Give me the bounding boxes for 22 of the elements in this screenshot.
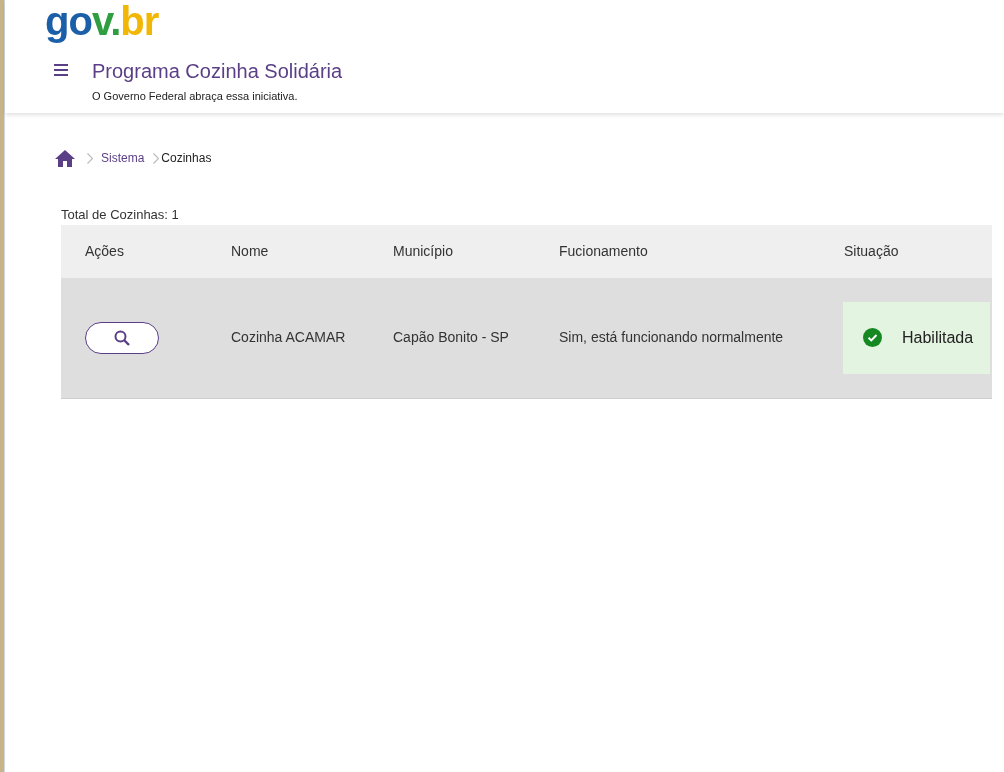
- column-header: Situação: [844, 242, 899, 259]
- check-circle-icon: [863, 328, 882, 347]
- view-button[interactable]: [85, 321, 159, 354]
- chevron-icon: [87, 152, 93, 164]
- table-cell: Cozinha ACAMAR: [231, 329, 346, 345]
- home-icon[interactable]: [55, 149, 75, 167]
- table-cell: Sim, está funcionando normalmente: [559, 329, 784, 345]
- search-icon: [114, 329, 130, 346]
- govbr-logo[interactable]: gov.br: [45, 1, 1004, 41]
- menu-icon[interactable]: [54, 64, 68, 76]
- breadcrumb-link[interactable]: Sistema: [101, 149, 145, 167]
- column-header: Fucionamento: [559, 242, 648, 259]
- page-title: Programa Cozinha Solidária: [92, 59, 343, 84]
- breadcrumb-link[interactable]: Cozinhas: [161, 149, 212, 167]
- chevron-icon: [153, 152, 160, 164]
- table-cell: Capão Bonito - SP: [393, 329, 509, 345]
- page-subtitle: O Governo Federal abraça essa iniciativa.: [92, 89, 299, 104]
- column-header: Nome: [231, 242, 269, 259]
- column-header: Ações: [85, 242, 124, 259]
- column-header: Município: [393, 242, 453, 259]
- total-count: Total de Cozinhas: 1: [61, 206, 180, 224]
- status-badge: Habilitada: [843, 301, 990, 374]
